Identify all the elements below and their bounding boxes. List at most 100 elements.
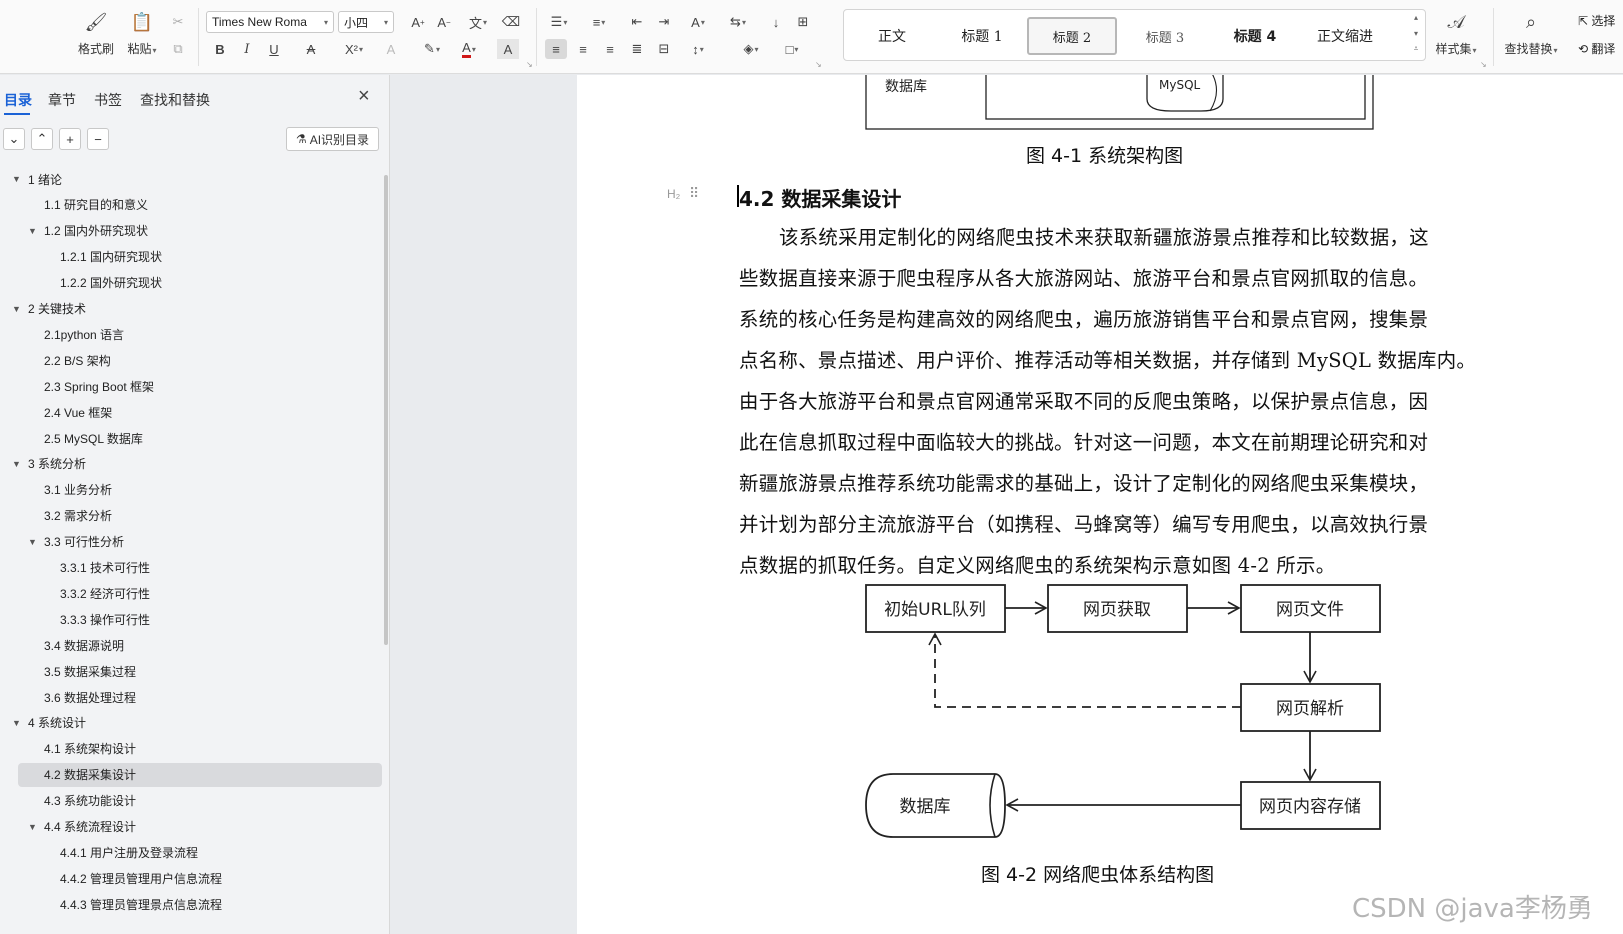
justify-icon[interactable]: ≣ — [626, 39, 648, 59]
toc-item[interactable]: 1.2.1 国内研究现状 — [44, 246, 162, 268]
expand-triangle-icon[interactable]: ▼ — [12, 459, 22, 469]
font-dialog-launcher[interactable]: ↘ — [526, 60, 533, 69]
show-marks-icon[interactable]: ⊞ — [792, 12, 814, 32]
align-right-icon[interactable]: ≡ — [599, 39, 621, 59]
tab-chapters[interactable]: 章节 — [48, 90, 76, 110]
strikethrough-icon[interactable]: A — [300, 39, 322, 59]
toc-item[interactable]: 3.3.1 技术可行性 — [44, 557, 150, 579]
panel-scrollbar[interactable] — [384, 175, 388, 645]
toc-item[interactable]: 2.5 MySQL 数据库 — [28, 427, 143, 449]
bold-button[interactable]: B — [209, 39, 231, 59]
select-button[interactable]: ⇱ 选择 — [1578, 12, 1615, 29]
toc-item[interactable]: 2.1python 语言 — [28, 323, 124, 345]
toc-item[interactable]: ▼ 3 系统分析 — [12, 453, 86, 475]
sort-icon[interactable]: ↓ — [765, 12, 787, 32]
toc-item[interactable]: ▼ 4.4 系统流程设计 — [28, 816, 136, 838]
toc-item[interactable]: 3.1 业务分析 — [28, 479, 112, 501]
borders-icon[interactable]: □ ▾ — [778, 39, 806, 59]
toc-item[interactable]: ▼ 1.2 国内外研究现状 — [28, 220, 148, 242]
toc-item[interactable]: 3.3.2 经济可行性 — [44, 582, 150, 604]
toc-item[interactable]: 4.4.3 管理员管理景点信息流程 — [44, 893, 222, 915]
styles-dialog-launcher[interactable]: ↘ — [1480, 60, 1487, 69]
tab-toc[interactable]: 目录 — [4, 90, 32, 110]
drag-handle-icon[interactable]: ⠿ — [689, 185, 699, 202]
line-spacing-icon[interactable]: ↕ ▾ — [684, 39, 712, 59]
underline-button[interactable]: U — [263, 39, 285, 59]
expand-triangle-icon[interactable]: ▼ — [12, 174, 22, 184]
toc-item[interactable]: 2.3 Spring Boot 框架 — [28, 375, 154, 397]
phonetic-guide-icon[interactable]: 文 ▾ — [463, 12, 493, 32]
style-option[interactable]: 标题 1 — [937, 17, 1027, 55]
toc-item[interactable]: 2.4 Vue 框架 — [28, 401, 112, 423]
font-name-select[interactable]: Times New Roma ▾ — [206, 11, 334, 33]
styles-expand-icon[interactable]: ⩡ — [1410, 44, 1422, 54]
toc-item[interactable]: 1.2.2 国外研究现状 — [44, 272, 162, 294]
find-replace-button[interactable]: ⌕ 查找替换▾ — [1500, 10, 1562, 57]
tab-find-replace[interactable]: 查找和替换 — [140, 90, 210, 110]
toc-item[interactable]: ▼ 3.3 可行性分析 — [28, 531, 124, 553]
style-option[interactable]: 标题 4 — [1210, 17, 1300, 55]
expand-triangle-icon[interactable]: ▼ — [28, 226, 38, 236]
decrease-indent-icon[interactable]: ⇤ — [626, 12, 648, 32]
styles-scroll-down-icon[interactable]: ▾ — [1410, 29, 1422, 38]
font-color-icon[interactable]: A ▾ — [455, 39, 483, 59]
font-size-select[interactable]: 小四 ▾ — [338, 11, 394, 33]
paragraph-dialog-launcher[interactable]: ↘ — [815, 60, 822, 69]
chinese-layout-icon[interactable]: ⇆ ▾ — [724, 12, 752, 32]
toc-item[interactable]: ▼ 2 关键技术 — [12, 298, 86, 320]
styles-scroll-up-icon[interactable]: ▴ — [1410, 13, 1422, 22]
toc-item[interactable]: ▼ 1 绪论 — [12, 168, 62, 190]
increase-indent-icon[interactable]: ⇥ — [653, 12, 675, 32]
superscript-button[interactable]: X² ▾ — [340, 39, 368, 59]
copy-icon[interactable]: ⧉ — [167, 39, 189, 59]
remove-heading-button[interactable]: − — [87, 128, 109, 150]
tab-bookmarks[interactable]: 书签 — [94, 90, 122, 110]
toc-item[interactable]: 4.4.1 用户注册及登录流程 — [44, 841, 198, 863]
expand-up-button[interactable]: ⌃ — [31, 128, 53, 150]
distributed-icon[interactable]: ⊟ — [653, 39, 675, 59]
toc-item[interactable]: 3.3.3 操作可行性 — [44, 608, 150, 630]
toc-item[interactable]: 4.1 系统架构设计 — [28, 738, 136, 760]
add-heading-button[interactable]: + — [59, 128, 81, 150]
ai-recognize-toc-button[interactable]: ⚗ AI识别目录 — [286, 127, 379, 151]
cut-icon[interactable]: ✂ — [167, 12, 189, 32]
close-icon[interactable]: × — [358, 85, 370, 108]
style-option[interactable]: 标题 3 — [1120, 17, 1210, 55]
toc-item[interactable]: 3.4 数据源说明 — [28, 634, 124, 656]
decrease-font-icon[interactable]: A − — [433, 12, 455, 32]
style-option[interactable]: 正文缩进 — [1300, 17, 1390, 55]
paste-button[interactable]: 📋 粘贴▾ — [122, 10, 162, 57]
toc-item[interactable]: 4.4.2 管理员管理用户信息流程 — [44, 867, 222, 889]
toc-item[interactable]: 2.2 B/S 架构 — [28, 349, 111, 371]
document-page[interactable]: 数据库 MySQL 图 4-1 系统架构图 H₂ ⠿ 4.2 数据采集设计 该系… — [577, 75, 1623, 934]
toc-item[interactable]: 3.2 需求分析 — [28, 505, 112, 527]
collapse-all-button[interactable]: ⌄ — [3, 128, 25, 150]
expand-triangle-icon[interactable]: ▼ — [12, 304, 22, 314]
shading-icon[interactable]: ◈ ▾ — [737, 39, 765, 59]
align-left-icon[interactable]: ≡ — [545, 39, 567, 59]
style-option[interactable]: 正文 — [847, 17, 937, 55]
expand-triangle-icon[interactable]: ▼ — [12, 718, 22, 728]
numbered-list-icon[interactable]: ≡ ▾ — [585, 12, 613, 32]
italic-button[interactable]: I — [236, 39, 258, 59]
char-shading-icon[interactable]: A — [497, 39, 519, 59]
toc-item[interactable]: 4.2 数据采集设计 — [28, 764, 136, 786]
toc-item[interactable]: 3.6 数据处理过程 — [28, 686, 136, 708]
align-center-icon[interactable]: ≡ — [572, 39, 594, 59]
expand-triangle-icon[interactable]: ▼ — [28, 822, 38, 832]
toc-item[interactable]: 1.1 研究目的和意义 — [28, 194, 148, 216]
clear-format-icon[interactable]: ⌫ — [500, 12, 522, 32]
expand-triangle-icon[interactable]: ▼ — [28, 537, 38, 547]
toc-item[interactable]: 4.3 系统功能设计 — [28, 790, 136, 812]
text-direction-icon[interactable]: A ▾ — [684, 12, 712, 32]
translate-button[interactable]: ⟲ 翻译 — [1578, 40, 1615, 57]
highlight-icon[interactable]: ✎ ▾ — [418, 39, 446, 59]
bullet-list-icon[interactable]: ☰ ▾ — [545, 12, 573, 32]
style-option[interactable]: 标题 2 — [1027, 17, 1117, 55]
style-set-button[interactable]: 𝒜 样式集▾ — [1428, 10, 1484, 57]
toc-item[interactable]: ▼ 4 系统设计 — [12, 712, 86, 734]
format-painter-button[interactable]: 🖌 格式刷 — [76, 10, 116, 57]
increase-font-icon[interactable]: A + — [407, 12, 429, 32]
text-effect-icon[interactable]: A — [380, 39, 402, 59]
toc-item[interactable]: 3.5 数据采集过程 — [28, 660, 136, 682]
